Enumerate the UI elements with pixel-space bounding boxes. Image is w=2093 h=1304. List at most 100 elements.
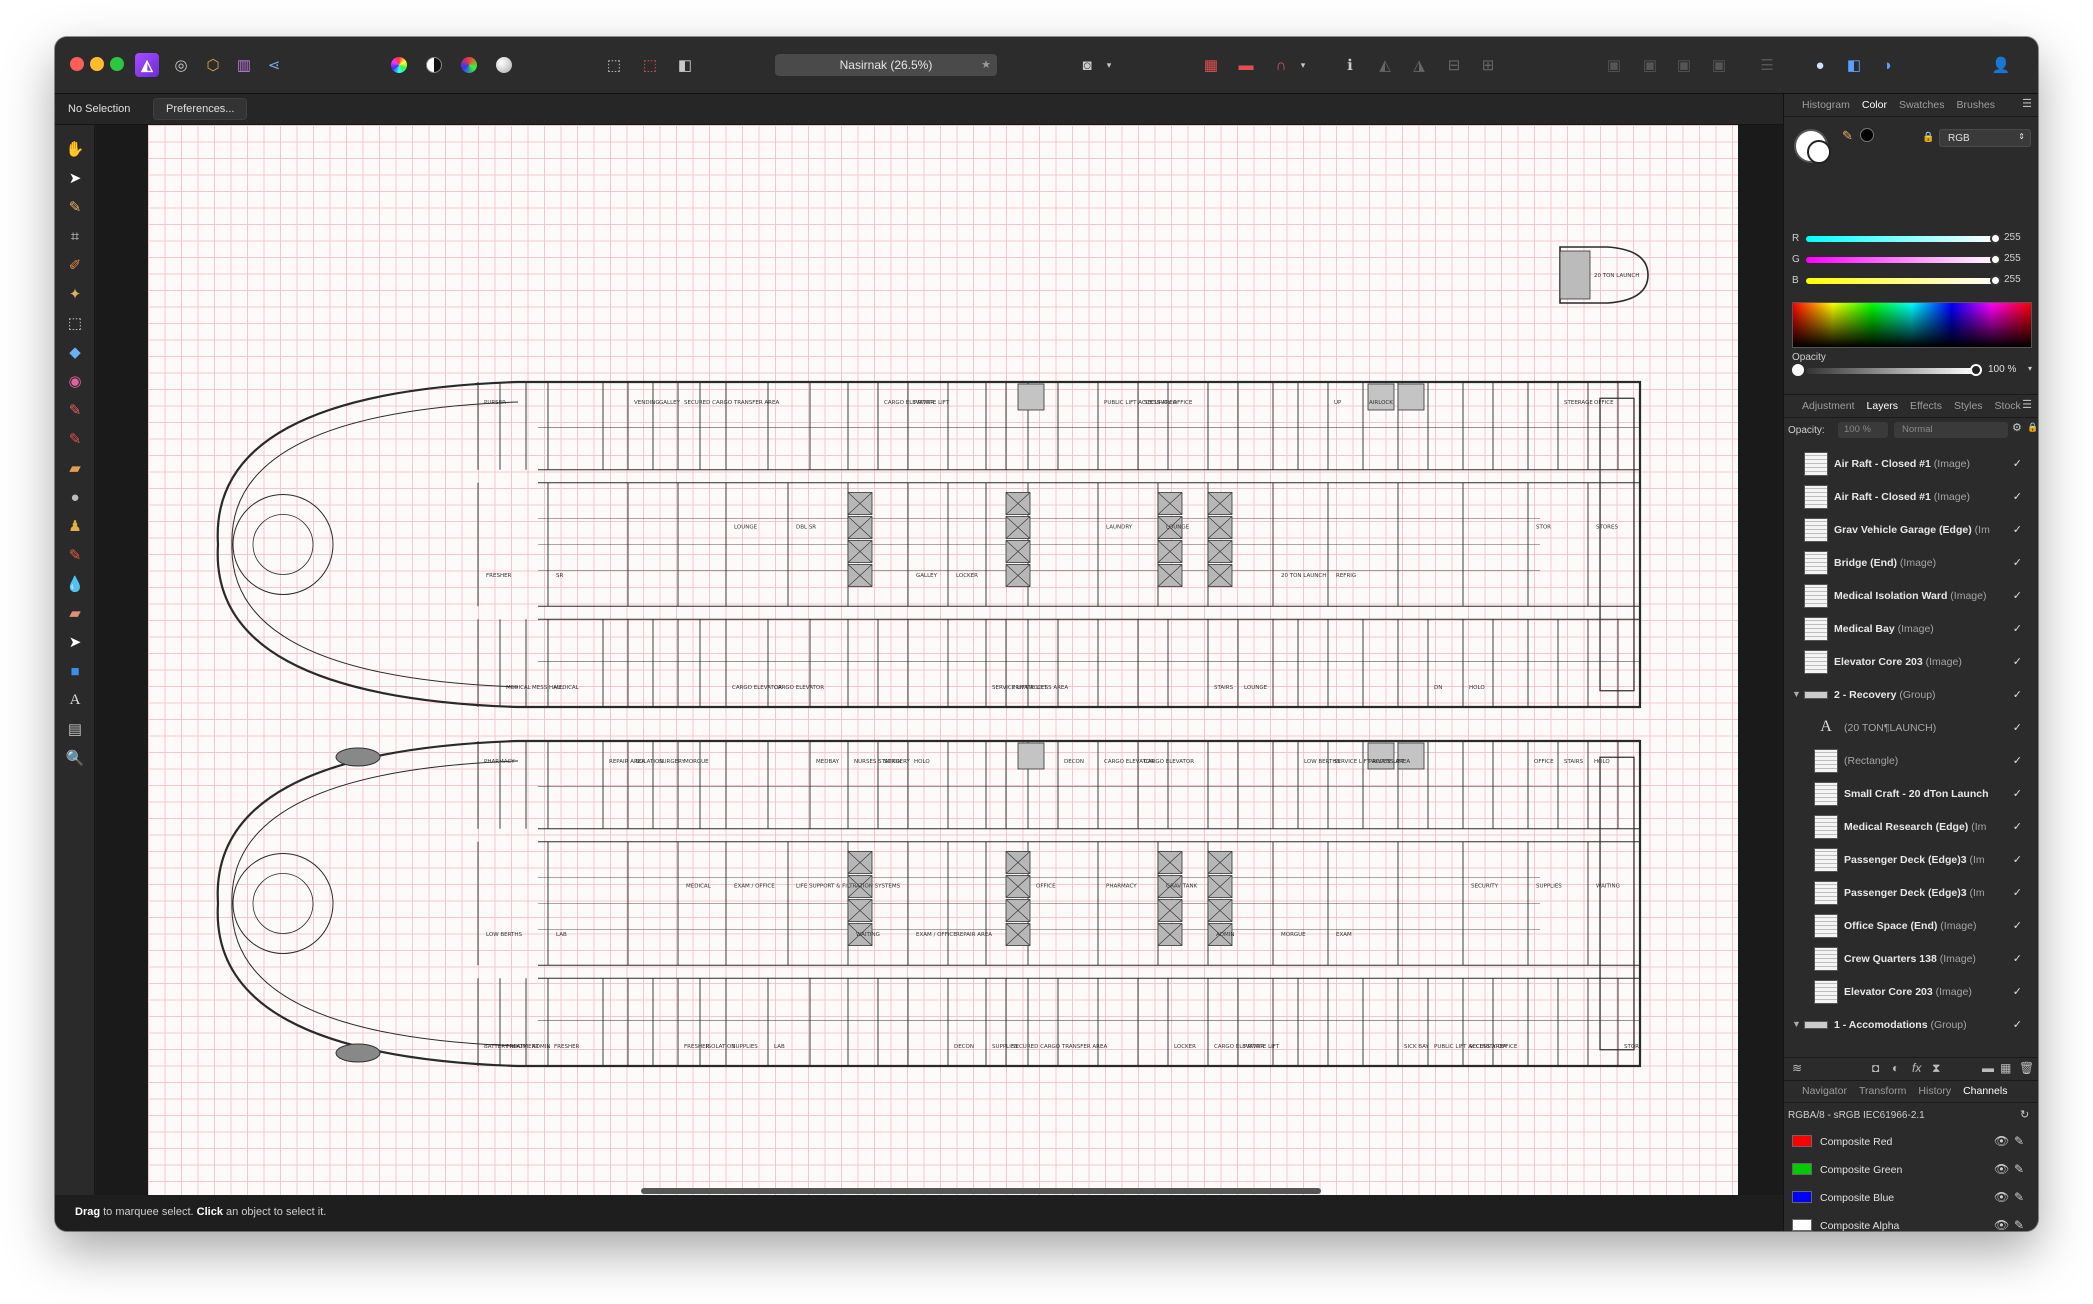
- develop-persona-icon[interactable]: ⬡: [201, 53, 225, 77]
- slider-knob[interactable]: [1990, 275, 2001, 286]
- slider-track[interactable]: [1806, 236, 1996, 242]
- blend-mode-select[interactable]: Normal: [1894, 422, 2008, 438]
- edit-icon[interactable]: ✎: [2014, 1134, 2024, 1148]
- channel-row[interactable]: Composite Red 👁 ✎: [1792, 1131, 2032, 1155]
- tone-mapping-persona-icon[interactable]: ▥: [232, 53, 256, 77]
- adjustment-layer-icon[interactable]: ◐: [1892, 1061, 1899, 1075]
- slider-track[interactable]: [1806, 257, 1996, 263]
- layer-row[interactable]: (Rectangle) ✓: [1796, 745, 2028, 778]
- marquee-tool-icon[interactable]: ⬚: [63, 311, 87, 335]
- order-forward-icon[interactable]: ▣: [1672, 53, 1696, 77]
- tab-adjustment[interactable]: Adjustment: [1800, 400, 1857, 412]
- color-spectrum[interactable]: [1792, 302, 2032, 348]
- visibility-check-icon[interactable]: ✓: [2013, 556, 2022, 569]
- visibility-check-icon[interactable]: ✓: [2013, 1018, 2022, 1031]
- tab-brushes[interactable]: Brushes: [1954, 99, 1997, 111]
- tab-stock[interactable]: Stock: [1993, 400, 2023, 412]
- visibility-check-icon[interactable]: ✓: [2013, 985, 2022, 998]
- layer-row[interactable]: Office Space (End) (Image) ✓: [1796, 910, 2028, 943]
- flip-horizontal-icon[interactable]: ⊟: [1442, 53, 1466, 77]
- canvas-area[interactable]: PURSER MEDICAL SECURED CARGO TRANSFER AREA…: [96, 125, 1783, 1199]
- auto-white-balance-icon[interactable]: [492, 53, 516, 77]
- minimize-window-button[interactable]: [90, 57, 104, 71]
- edit-icon[interactable]: ✎: [2014, 1190, 2024, 1204]
- order-back-icon[interactable]: ▣: [1602, 53, 1626, 77]
- quick-mask-icon[interactable]: ◙: [1075, 53, 1099, 77]
- tab-histogram[interactable]: Histogram: [1800, 99, 1852, 111]
- slider-value[interactable]: 255: [2004, 232, 2021, 243]
- snapping-grid-icon[interactable]: ▦: [1199, 53, 1223, 77]
- eyedropper-icon[interactable]: ✎: [1842, 128, 1853, 144]
- auto-colors-icon[interactable]: [457, 53, 481, 77]
- channel-row[interactable]: Composite Alpha 👁 ✎: [1792, 1215, 2032, 1231]
- fx-icon[interactable]: fx: [1912, 1061, 1921, 1075]
- zoom-tool-icon[interactable]: 🔍: [63, 746, 87, 770]
- tab-styles[interactable]: Styles: [1952, 400, 1985, 412]
- tab-channels[interactable]: Channels: [1961, 1085, 2009, 1097]
- channel-row[interactable]: Composite Blue 👁 ✎: [1792, 1187, 2032, 1211]
- expand-caret-icon[interactable]: ▼: [1792, 1019, 1801, 1029]
- document-canvas[interactable]: PURSER MEDICAL SECURED CARGO TRANSFER AREA…: [148, 125, 1738, 1199]
- layer-row[interactable]: Medical Isolation Ward (Image) ✓: [1796, 580, 2028, 613]
- slider-value[interactable]: 255: [2004, 253, 2021, 264]
- color-mode-select[interactable]: RGB ⇕: [1939, 129, 2031, 147]
- tab-color[interactable]: Color: [1860, 99, 1889, 111]
- visibility-check-icon[interactable]: ✓: [2013, 457, 2022, 470]
- edit-icon[interactable]: ✎: [2014, 1218, 2024, 1231]
- color-replacement-icon[interactable]: ✎: [63, 427, 87, 451]
- tab-effects[interactable]: Effects: [1908, 400, 1944, 412]
- layer-row[interactable]: Passenger Deck (Edge)3 (Im ✓: [1796, 844, 2028, 877]
- account-icon[interactable]: 👤: [1989, 53, 2013, 77]
- align-icon[interactable]: ☰: [1755, 53, 1779, 77]
- eye-icon[interactable]: 👁: [1994, 1134, 2009, 1148]
- layer-row[interactable]: Small Craft - 20 dTon Launch ✓: [1796, 778, 2028, 811]
- assistant-icon[interactable]: ●: [1808, 53, 1832, 77]
- edit-icon[interactable]: ✎: [2014, 1162, 2024, 1176]
- tab-history[interactable]: History: [1916, 1085, 1953, 1097]
- layers-stack-icon[interactable]: ≋: [1792, 1061, 1802, 1075]
- preferences-button[interactable]: Preferences...: [153, 98, 248, 120]
- visibility-check-icon[interactable]: ✓: [2013, 754, 2022, 767]
- layer-row[interactable]: Elevator Core 203 (Image) ✓: [1796, 646, 2028, 679]
- channel-row[interactable]: Composite Green 👁 ✎: [1792, 1159, 2032, 1183]
- invert-selection-icon[interactable]: ◧: [673, 53, 697, 77]
- slider-knob[interactable]: [1990, 254, 2001, 265]
- snapping-red-icon[interactable]: ▬: [1234, 53, 1258, 77]
- visibility-check-icon[interactable]: ✓: [2013, 853, 2022, 866]
- layer-row[interactable]: Air Raft - Closed #1 (Image) ✓: [1796, 481, 2028, 514]
- node-tool-icon[interactable]: ➤: [63, 630, 87, 654]
- erase-brush-icon[interactable]: ▰: [63, 456, 87, 480]
- layer-row[interactable]: Elevator Core 203 (Image) ✓: [1796, 976, 2028, 1009]
- secondary-color-swatch[interactable]: [1807, 140, 1831, 164]
- panel-menu-icon[interactable]: ☰: [2022, 398, 2032, 411]
- layer-row[interactable]: Bridge (End) (Image) ✓: [1796, 547, 2028, 580]
- color-slider-g[interactable]: G 255: [1790, 253, 2030, 267]
- snapping-magnet-icon[interactable]: ∩: [1269, 53, 1293, 77]
- visibility-check-icon[interactable]: ✓: [2013, 787, 2022, 800]
- folder-icon[interactable]: ▬: [1982, 1061, 1994, 1075]
- layer-row[interactable]: Passenger Deck (Edge)3 (Im ✓: [1796, 877, 2028, 910]
- visibility-check-icon[interactable]: ✓: [2013, 919, 2022, 932]
- visibility-check-icon[interactable]: ✓: [2013, 490, 2022, 503]
- slider-knob[interactable]: [1990, 233, 2001, 244]
- zoom-window-button[interactable]: [110, 57, 124, 71]
- view-mode-icon[interactable]: ◑: [1875, 53, 1899, 77]
- flood-select-icon[interactable]: ✦: [63, 282, 87, 306]
- share-icon[interactable]: ⋖: [262, 53, 286, 77]
- close-window-button[interactable]: [70, 57, 84, 71]
- trash-icon[interactable]: 🗑: [2019, 1061, 2034, 1075]
- refresh-icon[interactable]: ↻: [2020, 1108, 2029, 1121]
- lock-icon[interactable]: 🔒: [1922, 132, 1934, 143]
- order-front-icon[interactable]: ▣: [1707, 53, 1731, 77]
- opacity-slider[interactable]: [1806, 368, 1974, 374]
- photo-persona-icon[interactable]: ◭: [135, 53, 159, 77]
- layer-row[interactable]: Crew Quarters 138 (Image) ✓: [1796, 943, 2028, 976]
- visibility-check-icon[interactable]: ✓: [2013, 886, 2022, 899]
- layer-row[interactable]: Grav Vehicle Garage (Edge) (Im ✓: [1796, 514, 2028, 547]
- chevron-down-icon[interactable]: ▾: [2028, 364, 2032, 373]
- crop-tool-icon[interactable]: ⌗: [63, 224, 87, 248]
- tab-layers[interactable]: Layers: [1865, 400, 1901, 412]
- visibility-check-icon[interactable]: ✓: [2013, 655, 2022, 668]
- horizontal-scrollbar[interactable]: [641, 1188, 1321, 1194]
- visibility-check-icon[interactable]: ✓: [2013, 622, 2022, 635]
